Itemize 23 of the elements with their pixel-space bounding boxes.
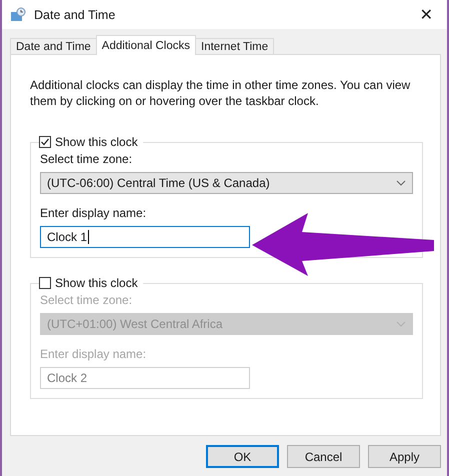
- field-label: Select time zone:: [40, 152, 134, 166]
- checkbox-label: Show this clock: [55, 276, 138, 290]
- time-zone-dropdown[interactable]: (UTC-06:00) Central Time (US & Canada): [40, 172, 413, 194]
- tab[interactable]: Additional Clocks: [96, 35, 196, 55]
- checkbox[interactable]: [39, 136, 51, 148]
- checkbox[interactable]: [39, 277, 51, 289]
- chevron-icon: [396, 180, 406, 186]
- clock-icon: [10, 6, 26, 22]
- checkbox-label: Show this clock: [55, 135, 138, 149]
- display-name-field[interactable]: Clock 2: [40, 367, 250, 389]
- dialog-button[interactable]: OK: [206, 445, 279, 468]
- dialog-button[interactable]: Apply: [368, 445, 441, 468]
- display-name-field[interactable]: Clock 1: [40, 226, 250, 248]
- tab[interactable]: Date and Time: [10, 38, 97, 55]
- field-label: Enter display name:: [40, 206, 148, 220]
- window-title: Date and Time: [34, 8, 116, 22]
- tab[interactable]: Internet Time: [195, 38, 274, 55]
- chevron-icon: [396, 321, 406, 327]
- field-label: Select time zone:: [40, 293, 134, 307]
- field-label: Enter display name:: [40, 347, 148, 361]
- description-text: Additional clocks can display the time in other time zones. You can view them by clicking on or hovering over the taskbar clock.: [30, 77, 412, 109]
- close-button[interactable]: ✕: [416, 5, 437, 24]
- dialog-button[interactable]: Cancel: [287, 445, 360, 468]
